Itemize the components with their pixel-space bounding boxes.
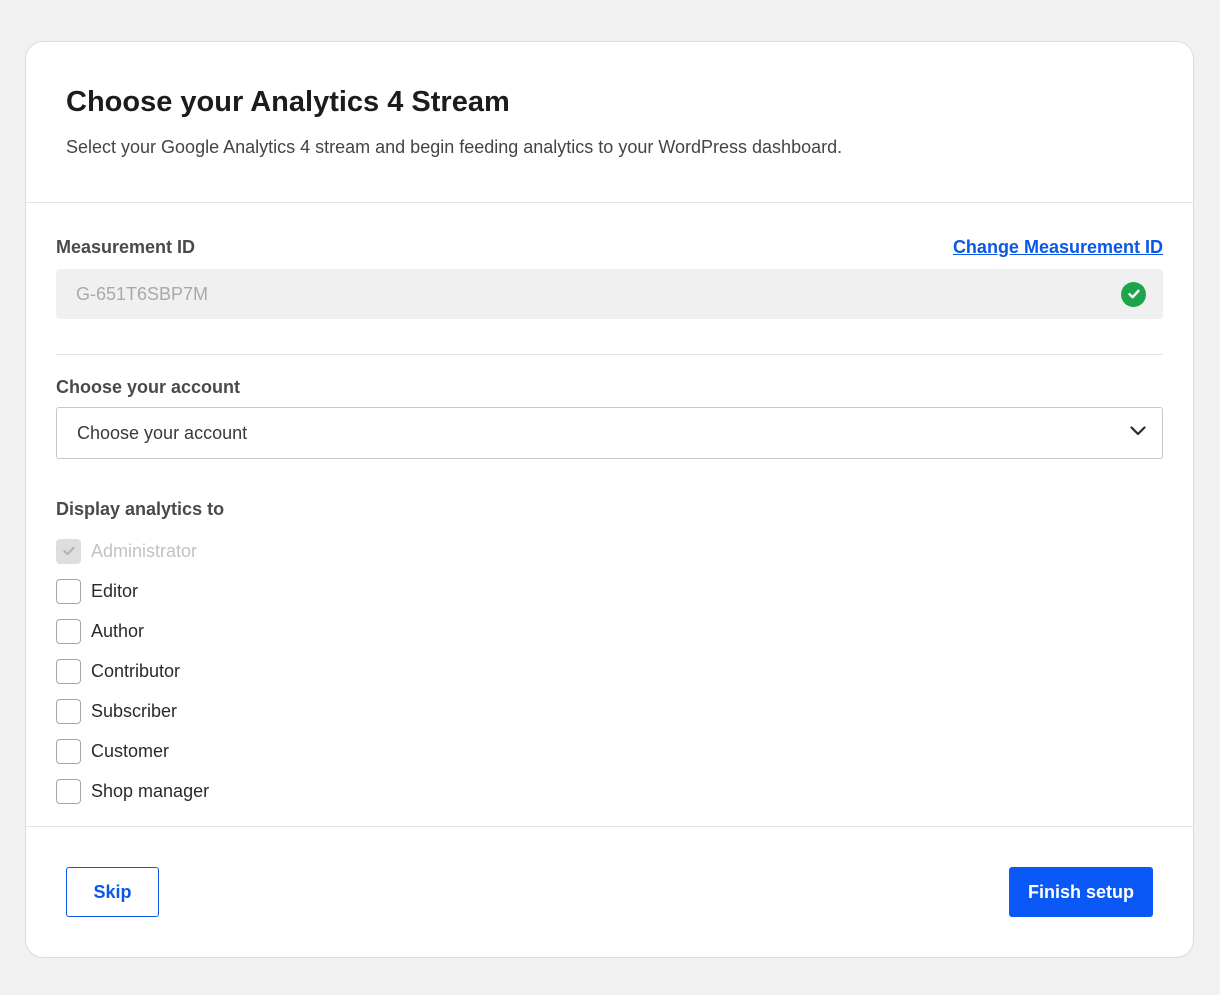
page-subtitle: Select your Google Analytics 4 stream an… xyxy=(66,137,843,157)
role-checkbox-author[interactable] xyxy=(56,618,81,644)
chevron-down-icon xyxy=(1128,421,1148,446)
account-select[interactable]: Choose your account xyxy=(56,407,1163,459)
role-option-administrator: Administrator xyxy=(56,531,1163,571)
card-body: Measurement ID Change Measurement ID G-6… xyxy=(26,235,1193,811)
role-label-administrator: Administrator xyxy=(91,540,198,561)
display-analytics-label: Display analytics to xyxy=(56,499,225,519)
role-label-editor: Editor xyxy=(91,580,139,601)
check-circle-icon xyxy=(1121,281,1146,307)
measurement-id-value: G-651T6SBP7M xyxy=(76,283,209,304)
role-option-editor[interactable]: Editor xyxy=(56,571,1163,611)
role-label-customer: Customer xyxy=(91,740,170,761)
setup-card: Choose your Analytics 4 Stream Select yo… xyxy=(25,41,1194,958)
finish-setup-button[interactable]: Finish setup xyxy=(1009,867,1153,917)
role-checkbox-customer[interactable] xyxy=(56,738,81,764)
card-footer: Skip Finish setup xyxy=(26,826,1193,957)
account-label: Choose your account xyxy=(56,377,241,397)
role-label-contributor: Contributor xyxy=(91,660,181,681)
role-label-shop-manager: Shop manager xyxy=(91,780,210,801)
role-option-author[interactable]: Author xyxy=(56,611,1163,651)
card-header: Choose your Analytics 4 Stream Select yo… xyxy=(26,42,1193,203)
skip-button[interactable]: Skip xyxy=(66,867,159,917)
role-label-author: Author xyxy=(91,620,145,641)
role-label-subscriber: Subscriber xyxy=(91,700,178,721)
measurement-id-header: Measurement ID Change Measurement ID xyxy=(56,235,1163,259)
role-option-customer[interactable]: Customer xyxy=(56,731,1163,771)
page-title: Choose your Analytics 4 Stream xyxy=(66,86,510,118)
role-checkbox-administrator xyxy=(56,538,81,564)
role-option-subscriber[interactable]: Subscriber xyxy=(56,691,1163,731)
role-checkbox-editor[interactable] xyxy=(56,578,81,604)
role-checkbox-shop-manager[interactable] xyxy=(56,778,81,804)
role-option-shop-manager[interactable]: Shop manager xyxy=(56,771,1163,811)
measurement-id-label: Measurement ID xyxy=(56,237,196,257)
check-icon xyxy=(62,546,75,556)
change-measurement-id-link[interactable]: Change Measurement ID xyxy=(953,237,1163,258)
section-divider xyxy=(56,354,1163,355)
measurement-id-field: G-651T6SBP7M xyxy=(56,269,1163,319)
role-checkbox-subscriber[interactable] xyxy=(56,698,81,724)
role-checkbox-list: Administrator Editor Author Contributor … xyxy=(56,531,1163,811)
account-select-value: Choose your account xyxy=(77,422,248,443)
role-checkbox-contributor[interactable] xyxy=(56,658,81,684)
role-option-contributor[interactable]: Contributor xyxy=(56,651,1163,691)
